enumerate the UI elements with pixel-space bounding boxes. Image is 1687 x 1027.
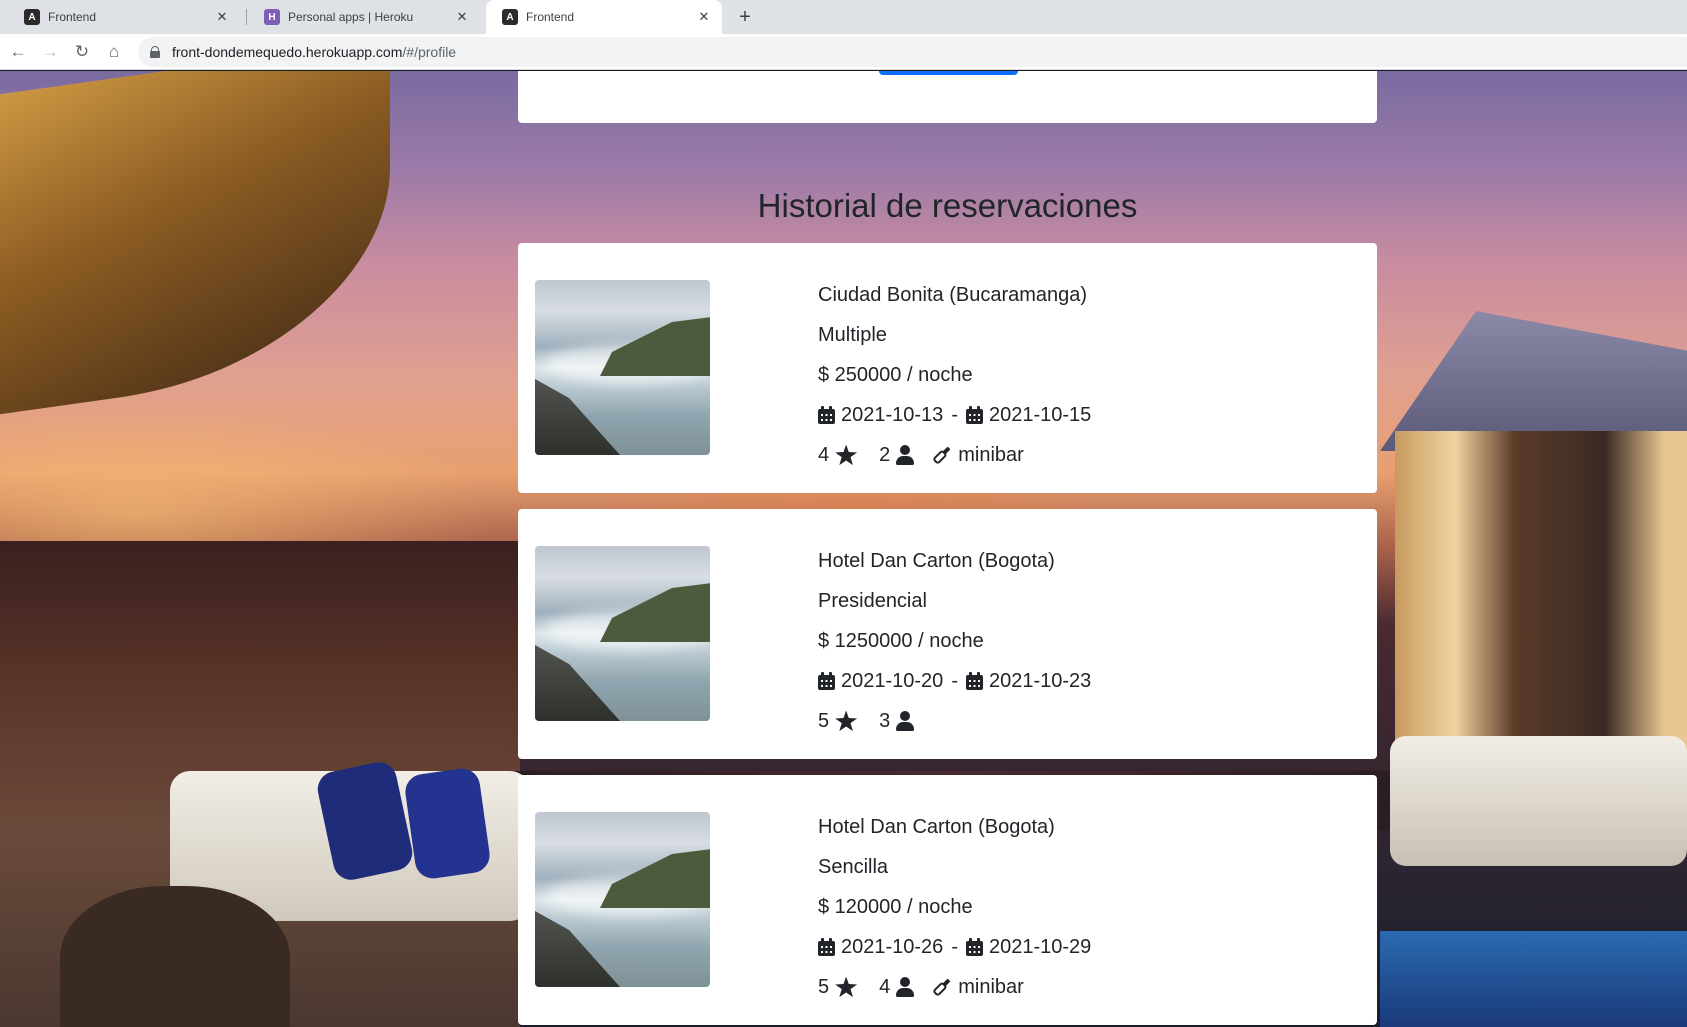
reload-icon[interactable]: ↻	[70, 40, 94, 64]
reservation-card: Hotel Dan Carton (Bogota) Sencilla $ 120…	[518, 775, 1377, 1025]
guest-count: 3	[879, 709, 891, 732]
reservation-dates: 2021-10-20 - 2021-10-23	[818, 661, 1091, 701]
tab-title: Personal apps | Heroku	[288, 10, 414, 24]
calendar-icon	[965, 938, 983, 956]
background-tent	[1380, 311, 1687, 451]
heroku-icon: H	[264, 9, 280, 25]
amenity: minibar	[958, 975, 1024, 998]
calendar-icon	[818, 938, 835, 956]
room-type: Presidencial	[818, 589, 927, 612]
home-icon[interactable]: ⌂	[102, 40, 126, 64]
tab-separator	[246, 9, 247, 25]
hotel-image	[535, 546, 710, 721]
background-glow	[0, 401, 500, 591]
page-title: Historial de reservaciones	[757, 187, 1138, 224]
reservation-features: 4 2 minibar	[818, 435, 1091, 475]
url-text[interactable]: front-dondemequedo.herokuapp.com/#/profi…	[172, 44, 456, 60]
tab-title: Frontend	[526, 10, 575, 24]
star-count: 5	[818, 709, 830, 732]
angular-icon: A	[502, 9, 518, 25]
back-icon[interactable]: ←	[6, 40, 30, 64]
tab-frontend-1[interactable]: A Frontend ✕	[8, 0, 240, 34]
background-pillow	[403, 766, 492, 881]
background-sofa	[170, 771, 530, 921]
check-in-date: 2021-10-26	[841, 935, 944, 958]
guest-count: 4	[879, 975, 891, 998]
close-tab-icon[interactable]: ✕	[696, 9, 712, 25]
new-tab-button[interactable]: +	[733, 5, 757, 29]
browser-toolbar: ← → ↻ ⌂ front-dondemequedo.herokuapp.com…	[0, 34, 1687, 70]
check-out-date: 2021-10-23	[988, 669, 1092, 692]
lock-icon[interactable]	[150, 46, 160, 58]
room-type: Multiple	[818, 323, 887, 346]
reservation-dates: 2021-10-13 - 2021-10-15	[818, 395, 1091, 435]
reservation-features: 5 3	[818, 701, 1091, 741]
date-separator: -	[951, 403, 958, 426]
check-out-date: 2021-10-15	[988, 403, 1092, 426]
tab-heroku[interactable]: H Personal apps | Heroku ✕	[248, 0, 480, 34]
room-type: Sencilla	[818, 855, 889, 878]
background-terrace	[0, 541, 520, 1027]
background-sofa	[1390, 736, 1687, 866]
calendar-icon	[818, 406, 835, 424]
reservation-features: 5 4 minibar	[818, 967, 1091, 1007]
reservation-dates: 2021-10-26 - 2021-10-29	[818, 927, 1091, 967]
date-separator: -	[951, 669, 958, 692]
star-icon	[835, 710, 858, 732]
hotel-name: Hotel Dan Carton (Bogota)	[818, 815, 1055, 838]
background-curtain	[1395, 431, 1687, 761]
check-out-date: 2021-10-29	[988, 935, 1092, 958]
address-bar[interactable]: front-dondemequedo.herokuapp.com/#/profi…	[138, 37, 1687, 67]
hotel-image	[535, 812, 710, 987]
url-host: front-dondemequedo.herokuapp.com	[172, 44, 403, 60]
star-count: 5	[818, 975, 830, 998]
angular-icon: A	[24, 9, 40, 25]
date-separator: -	[951, 935, 958, 958]
close-tab-icon[interactable]: ✕	[214, 9, 230, 25]
reservation-card: Hotel Dan Carton (Bogota) Presidencial $…	[518, 509, 1377, 759]
bottle-icon	[928, 441, 956, 469]
background-pillow	[314, 758, 416, 884]
profile-button-edge[interactable]	[879, 71, 1018, 75]
room-price: $ 250000 / noche	[818, 363, 973, 386]
calendar-icon	[818, 672, 835, 690]
person-icon	[896, 445, 915, 465]
background-awning	[0, 71, 390, 423]
reservation-card: Ciudad Bonita (Bucaramanga) Multiple $ 2…	[518, 243, 1377, 493]
tab-title: Frontend	[48, 10, 97, 24]
person-icon	[896, 711, 915, 731]
guest-count: 2	[879, 443, 891, 466]
forward-icon[interactable]: →	[38, 40, 62, 64]
profile-card	[518, 71, 1377, 123]
reservation-info: Ciudad Bonita (Bucaramanga) Multiple $ 2…	[818, 275, 1091, 475]
star-icon	[835, 444, 858, 466]
reservation-info: Hotel Dan Carton (Bogota) Sencilla $ 120…	[818, 807, 1091, 1007]
calendar-icon	[965, 406, 983, 424]
room-price: $ 120000 / noche	[818, 895, 973, 918]
check-in-date: 2021-10-20	[841, 669, 944, 692]
tab-frontend-active[interactable]: A Frontend ✕	[486, 0, 722, 34]
bottle-icon	[928, 973, 956, 1001]
hotel-name: Ciudad Bonita (Bucaramanga)	[818, 283, 1088, 306]
url-path: /#/profile	[402, 44, 457, 60]
background-chair	[60, 886, 290, 1027]
hotel-image	[535, 280, 710, 455]
star-count: 4	[818, 443, 830, 466]
room-price: $ 1250000 / noche	[818, 629, 984, 652]
person-icon	[896, 977, 915, 997]
background-pool	[1380, 931, 1687, 1027]
close-tab-icon[interactable]: ✕	[454, 9, 470, 25]
tab-strip: A Frontend ✕ H Personal apps | Heroku ✕ …	[0, 0, 1687, 34]
check-in-date: 2021-10-13	[841, 403, 944, 426]
star-icon	[835, 976, 858, 998]
hotel-name: Hotel Dan Carton (Bogota)	[818, 549, 1055, 572]
reservation-info: Hotel Dan Carton (Bogota) Presidencial $…	[818, 541, 1091, 741]
calendar-icon	[965, 672, 983, 690]
page-viewport: Historial de reservaciones Ciudad Bonita…	[0, 71, 1687, 1027]
amenity: minibar	[958, 443, 1024, 466]
